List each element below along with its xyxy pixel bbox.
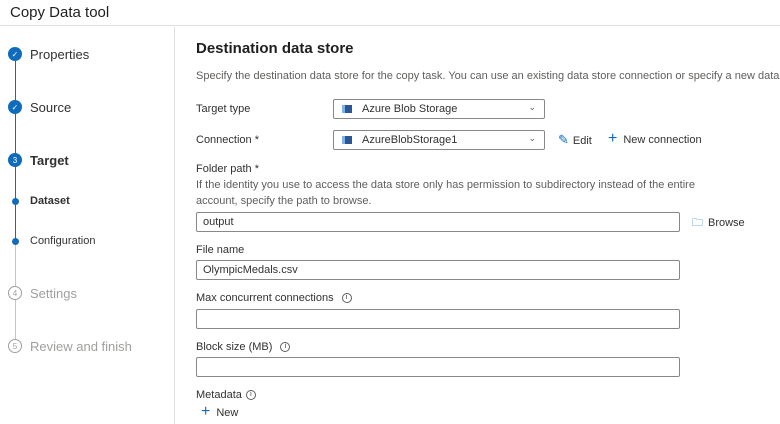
steps-sidebar: ✓ Properties ✓ Source 3 Target Dataset C… [0, 27, 175, 424]
chevron-down-icon: ⌄ [528, 102, 536, 112]
substep-label: Dataset [30, 195, 70, 207]
max-connections-input[interactable] [196, 309, 680, 329]
new-connection-label: New connection [623, 134, 702, 146]
substep-label: Configuration [30, 235, 96, 247]
input-value: output [203, 216, 234, 228]
step-number: 5 [8, 339, 22, 353]
step-label: Review and finish [30, 339, 132, 354]
browse-button[interactable]: 🗀 Browse [692, 214, 745, 233]
plus-icon: + [201, 403, 211, 420]
description: Specify the destination data store for t… [196, 70, 780, 82]
input-value: OlympicMedals.csv [203, 264, 298, 276]
step-number: 3 [8, 153, 22, 167]
connection-label: Connection * [196, 134, 259, 146]
metadata-label: Metadata i [196, 389, 256, 401]
dot-icon [12, 238, 19, 245]
check-icon: ✓ [8, 47, 22, 61]
progress-line [15, 61, 16, 241]
selected-value: Azure Blob Storage [362, 103, 458, 115]
target-type-label: Target type [196, 103, 251, 115]
folder-path-input[interactable]: output [196, 212, 680, 232]
folder-path-label: Folder path * [196, 163, 259, 175]
target-type-select[interactable]: Azure Blob Storage ⌄ [333, 99, 545, 119]
blob-storage-icon [342, 105, 352, 113]
folder-path-help: If the identity you use to access the da… [196, 179, 695, 191]
max-connections-label: Max concurrent connections i [196, 292, 352, 304]
chevron-down-icon: ⌄ [528, 133, 536, 143]
connection-select[interactable]: AzureBlobStorage1 ⌄ [333, 130, 545, 150]
browse-label: Browse [708, 217, 745, 229]
info-icon[interactable]: i [341, 293, 352, 304]
file-name-label: File name [196, 244, 245, 256]
info-icon[interactable]: i [280, 342, 291, 353]
selected-value: AzureBlobStorage1 [362, 134, 458, 146]
step-number: 4 [8, 286, 22, 300]
plus-icon: + [608, 130, 618, 147]
label-text: Max concurrent connections [196, 292, 334, 304]
block-size-label: Block size (MB) i [196, 341, 291, 353]
check-icon: ✓ [8, 100, 22, 114]
block-size-input[interactable] [196, 357, 680, 377]
step-label: Target [30, 153, 69, 168]
new-label: New [216, 407, 239, 419]
pencil-icon: ✎ [558, 132, 569, 147]
step-label: Source [30, 100, 72, 115]
new-connection-button[interactable]: + New connection [608, 130, 702, 148]
blob-storage-icon [342, 136, 352, 144]
app-title: Copy Data tool [10, 4, 110, 21]
title-bar: Copy Data tool [0, 0, 780, 26]
edit-label: Edit [572, 135, 592, 147]
label-text: Block size (MB) [196, 341, 273, 353]
label-text: Metadata [196, 389, 242, 401]
folder-icon: 🗀 [692, 217, 703, 229]
dot-icon [12, 198, 19, 205]
page-title: Destination data store [196, 40, 354, 57]
folder-path-help-2: account, specify the path to browse. [196, 195, 372, 207]
step-label: Settings [30, 286, 77, 301]
edit-button[interactable]: ✎ Edit [558, 132, 592, 148]
step-label: Properties [30, 47, 90, 62]
file-name-input[interactable]: OlympicMedals.csv [196, 260, 680, 280]
info-icon[interactable]: i [245, 390, 256, 401]
add-metadata-button[interactable]: + New [201, 403, 238, 421]
